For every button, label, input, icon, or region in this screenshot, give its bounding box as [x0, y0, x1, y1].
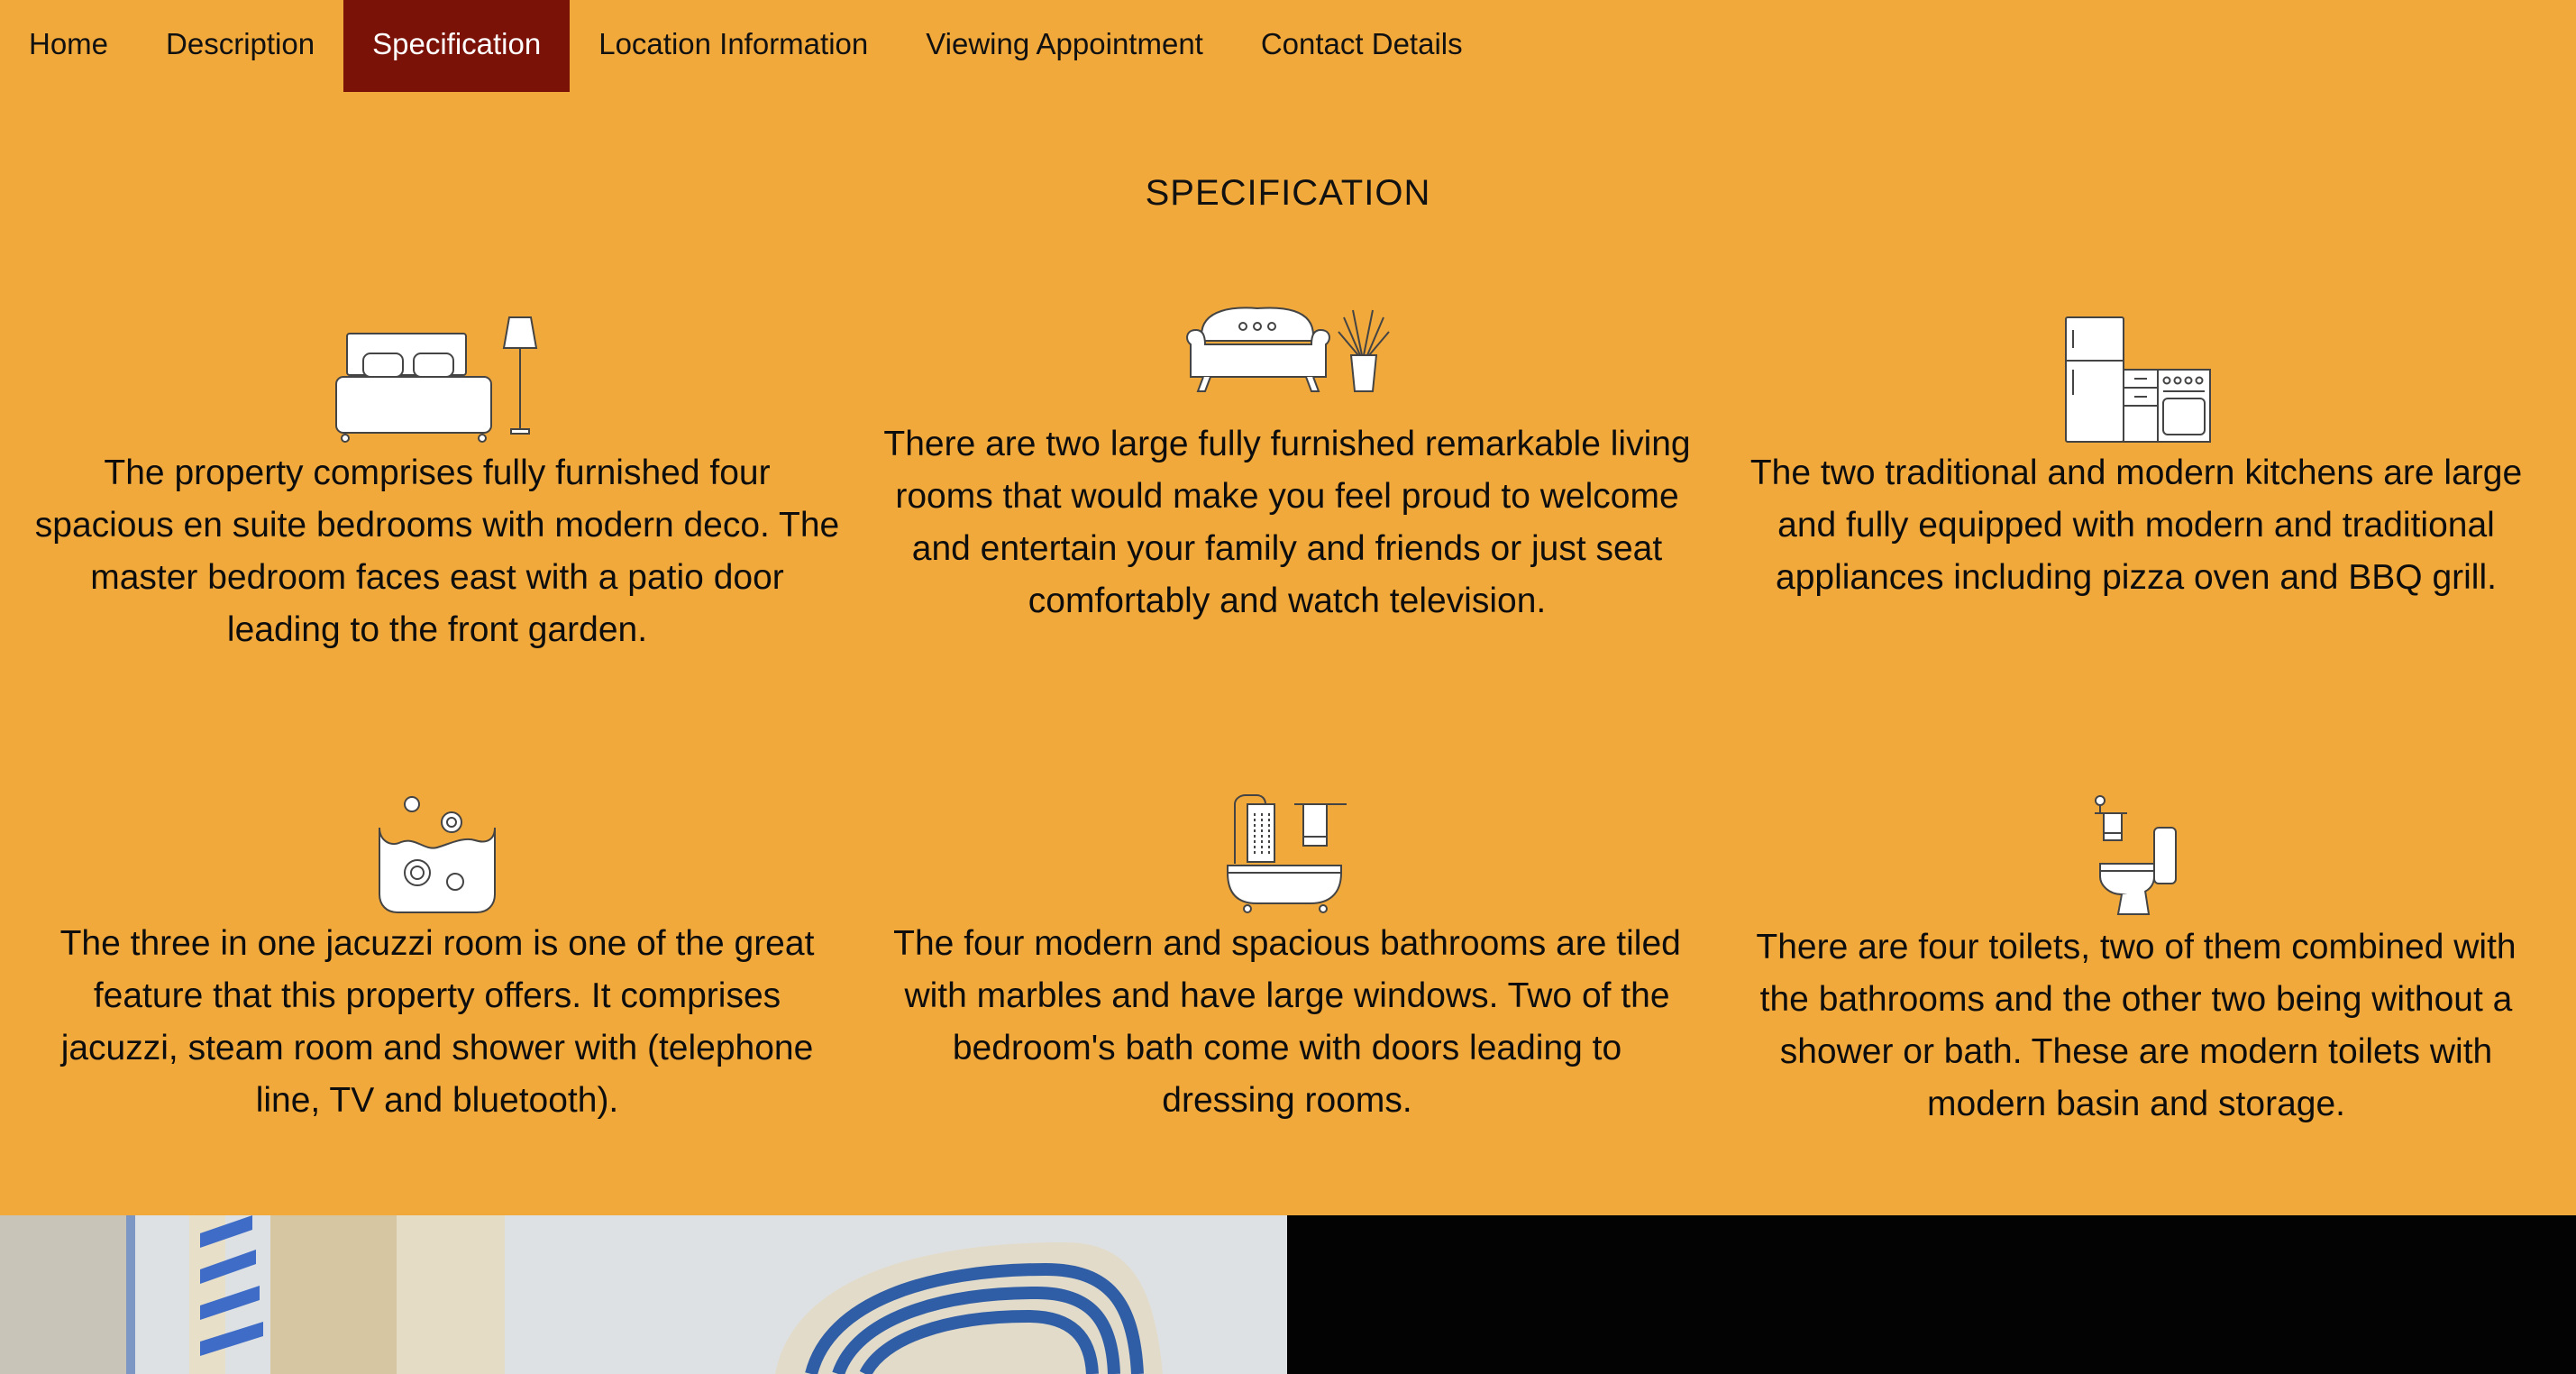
- feature-card-jacuzzi: The three in one jacuzzi room is one of …: [32, 793, 843, 1127]
- jacuzzi-icon: [379, 796, 496, 913]
- feature-text-toilets: There are four toilets, two of them comb…: [1756, 928, 2517, 1123]
- kitchen-appliances-icon: [2065, 316, 2211, 443]
- nav-location-information[interactable]: Location Information: [570, 0, 897, 92]
- property-photo: [0, 1215, 1287, 1374]
- toilet-icon: [2095, 795, 2177, 915]
- nav-specification[interactable]: Specification: [343, 0, 571, 92]
- feature-card-kitchens: The two traditional and modern kitchens …: [1731, 314, 2542, 604]
- section-title: SPECIFICATION: [1145, 173, 1431, 213]
- feature-text-bedrooms: The property comprises fully furnished f…: [34, 453, 840, 649]
- feature-card-living-rooms: There are two large fully furnished rema…: [882, 305, 1693, 627]
- black-panel: [1287, 1215, 2576, 1374]
- nav-viewing-appointment[interactable]: Viewing Appointment: [897, 0, 1232, 92]
- feature-card-bedrooms: The property comprises fully furnished f…: [32, 314, 843, 656]
- specification-page: Home Description Specification Location …: [0, 0, 2576, 1215]
- building-image: [0, 1215, 1287, 1374]
- main-nav: Home Description Specification Location …: [0, 0, 1492, 92]
- feature-card-bathrooms: The four modern and spacious bathrooms a…: [882, 793, 1693, 1127]
- nav-description[interactable]: Description: [137, 0, 343, 92]
- feature-text-kitchens: The two traditional and modern kitchens …: [1749, 453, 2523, 597]
- feature-text-bathrooms: The four modern and spacious bathrooms a…: [893, 924, 1681, 1120]
- feature-card-toilets: There are four toilets, two of them comb…: [1731, 793, 2542, 1131]
- sofa-plant-icon: [1186, 307, 1390, 392]
- nav-home[interactable]: Home: [0, 0, 137, 92]
- nav-contact-details[interactable]: Contact Details: [1232, 0, 1492, 92]
- feature-text-living-rooms: There are two large fully furnished rema…: [883, 425, 1691, 620]
- feature-text-jacuzzi: The three in one jacuzzi room is one of …: [59, 924, 815, 1120]
- bed-lamp-icon: [335, 316, 538, 443]
- bathtub-shower-icon: [1227, 794, 1347, 913]
